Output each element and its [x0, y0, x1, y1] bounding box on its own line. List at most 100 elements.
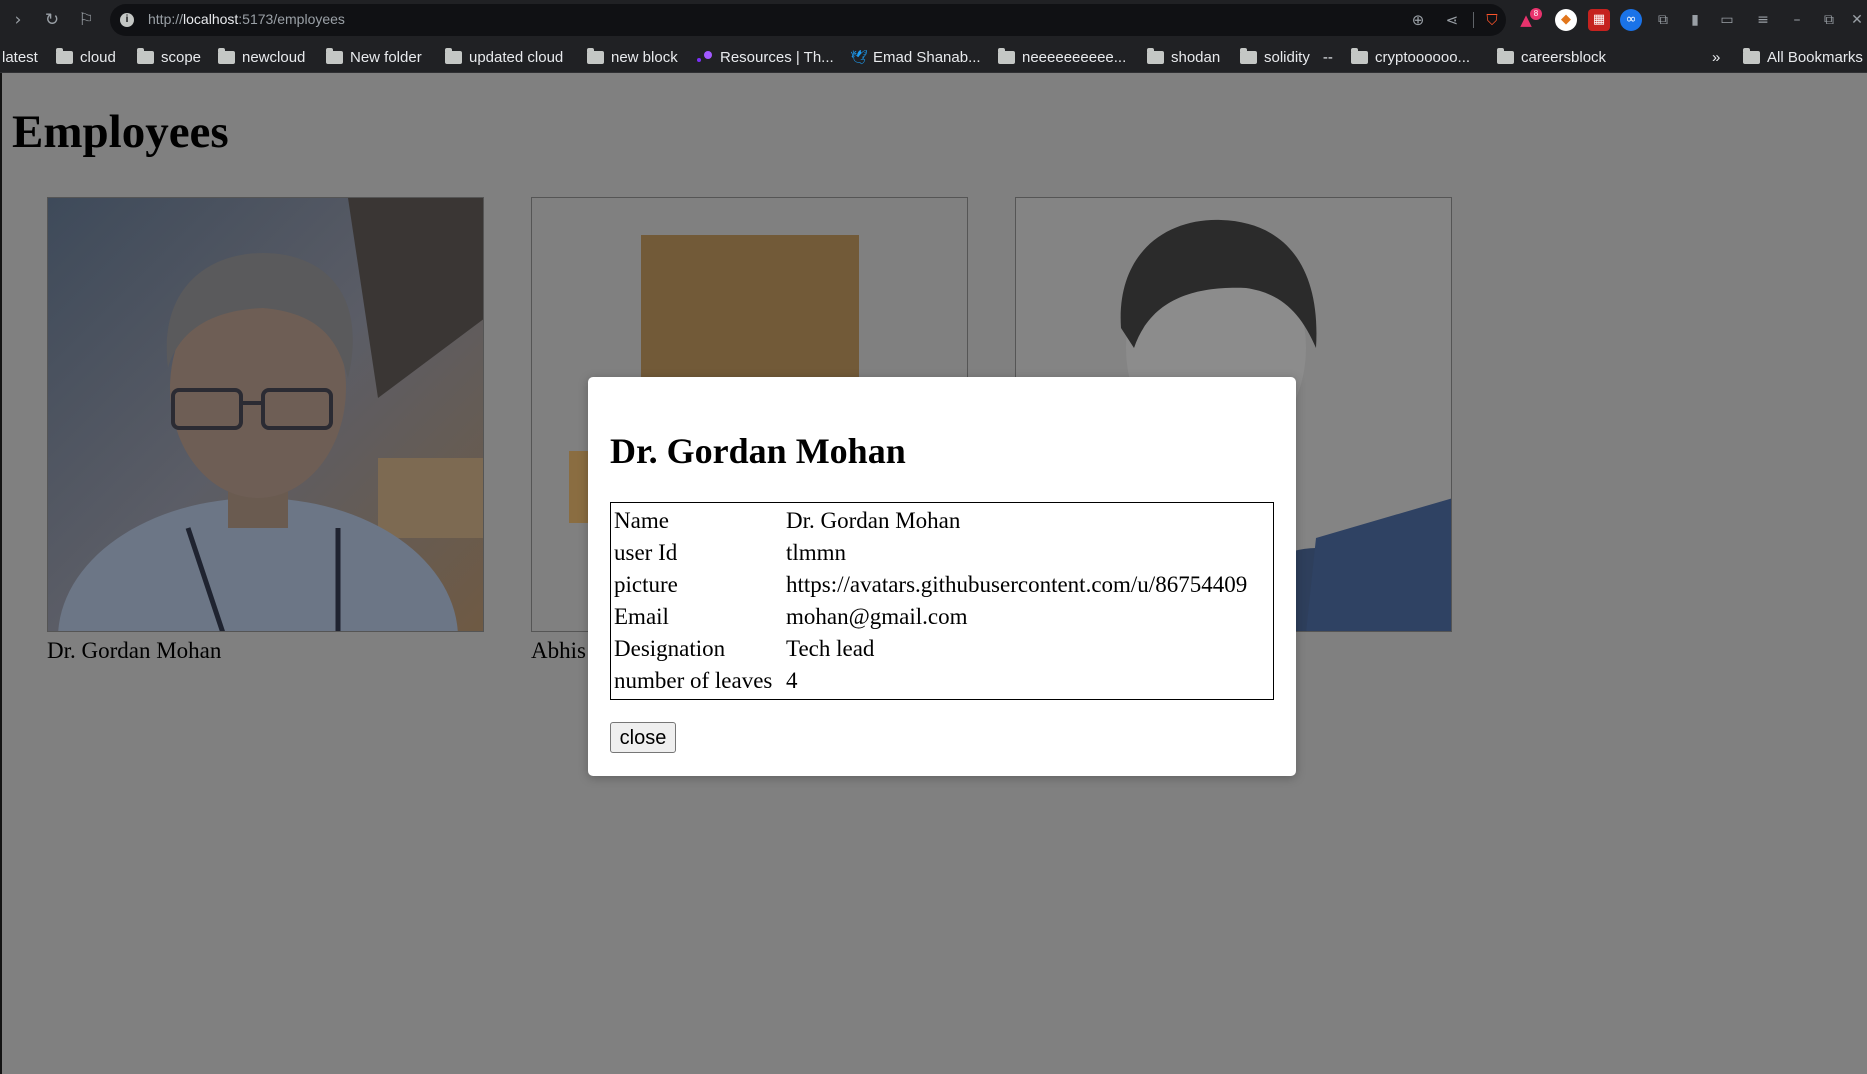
detail-label: user Id	[614, 540, 678, 565]
bookmark-cryptoooooo[interactable]: cryptoooooo...	[1351, 45, 1470, 69]
table-row: Name Dr. Gordan Mohan	[612, 505, 1272, 537]
wallet-icon[interactable]: ▭	[1716, 8, 1738, 32]
employee-card[interactable]: Dr. Gordan Mohan	[47, 197, 484, 664]
close-button[interactable]: close	[610, 722, 676, 753]
employee-details-modal: Dr. Gordan Mohan Name Dr. Gordan Mohan u…	[588, 377, 1296, 776]
detail-value: 4	[786, 668, 798, 693]
bookmark-emad-shanab[interactable]: 🕊 Emad Shanab...	[850, 45, 981, 69]
bookmark-icon[interactable]: ⚐	[74, 8, 98, 32]
bookmark-label: neeeeeeeeee...	[1022, 48, 1127, 66]
detail-label: number of leaves	[614, 668, 773, 693]
extensions-puzzle-icon[interactable]: ⧉	[1652, 8, 1674, 32]
page-title: Employees	[12, 106, 229, 158]
bookmark-label: solidity	[1264, 48, 1310, 66]
url-scheme: http://	[148, 11, 184, 27]
modal-title: Dr. Gordan Mohan	[610, 431, 906, 471]
bookmark-label: All Bookmarks	[1767, 48, 1863, 66]
detail-value: Dr. Gordan Mohan	[786, 508, 961, 533]
address-bar-divider	[1473, 12, 1474, 28]
share-icon[interactable]: ⋖	[1440, 8, 1464, 32]
bookmark-updated-cloud[interactable]: updated cloud	[445, 45, 563, 69]
table-row: picture https://avatars.githubuserconten…	[612, 569, 1272, 601]
bookmarks-overflow-button[interactable]: »	[1712, 45, 1720, 69]
zoom-icon[interactable]: ⊕	[1406, 8, 1430, 32]
detail-label: picture	[614, 572, 678, 597]
bookmark-label: New folder	[350, 48, 422, 66]
bookmark-label: careersblock	[1521, 48, 1607, 66]
minimize-icon[interactable]: –	[1786, 8, 1808, 32]
bookmarks-bar: latest cloud scope newcloud New folder u…	[0, 40, 1867, 73]
sidebar-icon[interactable]: ▮	[1684, 8, 1706, 32]
employee-details-table: Name Dr. Gordan Mohan user Id tlmmn pict…	[610, 502, 1274, 700]
reload-icon[interactable]: ↻	[40, 8, 64, 32]
extension-red-icon[interactable]: ▦	[1588, 9, 1610, 31]
table-row: number of leaves 4	[612, 665, 1272, 697]
employee-name: Dr. Gordan Mohan	[47, 638, 222, 663]
bookmark-resources[interactable]: Resources | Th...	[697, 45, 834, 69]
detail-value: mohan@gmail.com	[786, 604, 968, 629]
page-left-border	[0, 73, 2, 1074]
folder-icon	[998, 47, 1015, 64]
all-bookmarks[interactable]: All Bookmarks	[1743, 45, 1863, 69]
bookmark-label: cloud	[80, 48, 116, 66]
url-path: :5173/employees	[238, 11, 345, 27]
folder-icon	[1743, 47, 1760, 64]
bookmark-label: newcloud	[242, 48, 306, 66]
brave-shield-icon[interactable]: ⛉	[1480, 8, 1504, 32]
overflow-chevron-icon: »	[1712, 48, 1721, 66]
url-text[interactable]: http://localhost:5173/employees	[148, 11, 345, 27]
table-row: user Id tlmmn	[612, 537, 1272, 569]
url-host: localhost	[183, 11, 239, 27]
bookmark-neeeeeeeeee[interactable]: neeeeeeeeee...	[998, 45, 1126, 69]
bookmark-label: Emad Shanab...	[873, 48, 981, 66]
metamask-icon[interactable]: ◆	[1555, 9, 1577, 31]
bookmark-new-block[interactable]: new block	[587, 45, 678, 69]
notification-badge: 8	[1530, 8, 1542, 20]
twitter-bird-icon: 🕊	[850, 49, 868, 65]
detail-label: Designation	[614, 636, 726, 661]
detail-value: tlmmn	[786, 540, 847, 565]
folder-icon	[137, 47, 154, 64]
folder-icon	[1351, 47, 1368, 64]
bookmark-careersblock[interactable]: careersblock	[1497, 45, 1606, 69]
bookmark-new-folder[interactable]: New folder	[326, 45, 422, 69]
detail-label: Name	[614, 508, 669, 533]
bookmark-latest[interactable]: latest	[2, 45, 38, 69]
detail-value: https://avatars.githubusercontent.com/u/…	[786, 572, 1248, 597]
bookmark-label: cryptoooooo...	[1375, 48, 1471, 66]
employee-photo[interactable]	[47, 197, 484, 632]
extension-blue-icon[interactable]: ∞	[1620, 9, 1642, 31]
table-row: Designation Tech lead	[612, 633, 1272, 665]
browser-toolbar: › ↻ ⚐ i http://localhost:5173/employees …	[0, 0, 1867, 40]
resources-icon	[697, 51, 713, 63]
bookmark-label: Resources | Th...	[720, 48, 834, 66]
bookmark-newcloud[interactable]: newcloud	[218, 45, 305, 69]
bookmark-label: shodan	[1171, 48, 1221, 66]
forward-icon[interactable]: ›	[6, 8, 30, 32]
folder-icon	[587, 47, 604, 64]
folder-icon	[1147, 47, 1164, 64]
menu-icon[interactable]: ≡	[1752, 8, 1774, 32]
bookmark-scope[interactable]: scope	[137, 45, 201, 69]
folder-icon	[326, 47, 343, 64]
table-row: Email mohan@gmail.com	[612, 601, 1272, 633]
bookmark-solidity[interactable]: solidity --	[1240, 45, 1333, 69]
bookmark-cloud[interactable]: cloud	[56, 45, 116, 69]
bookmark-shodan[interactable]: shodan	[1147, 45, 1220, 69]
close-window-icon[interactable]: ✕	[1846, 8, 1867, 32]
restore-icon[interactable]: ⧉	[1818, 8, 1840, 32]
bookmark-label: new block	[611, 48, 678, 66]
folder-icon	[1240, 47, 1257, 64]
folder-icon	[1497, 47, 1514, 64]
employee-photo-image	[48, 198, 483, 631]
bookmark-label: updated cloud	[469, 48, 564, 66]
address-bar[interactable]: i http://localhost:5173/employees ⊕ ⋖ ⛉ …	[110, 4, 1542, 36]
folder-icon	[218, 47, 235, 64]
detail-value: Tech lead	[786, 636, 875, 661]
site-info-icon[interactable]: i	[120, 13, 134, 27]
detail-label: Email	[614, 604, 669, 629]
folder-icon	[56, 47, 73, 64]
bookmark-label: scope	[161, 48, 202, 66]
bookmark-separator: --	[1322, 48, 1333, 66]
folder-icon	[445, 47, 462, 64]
